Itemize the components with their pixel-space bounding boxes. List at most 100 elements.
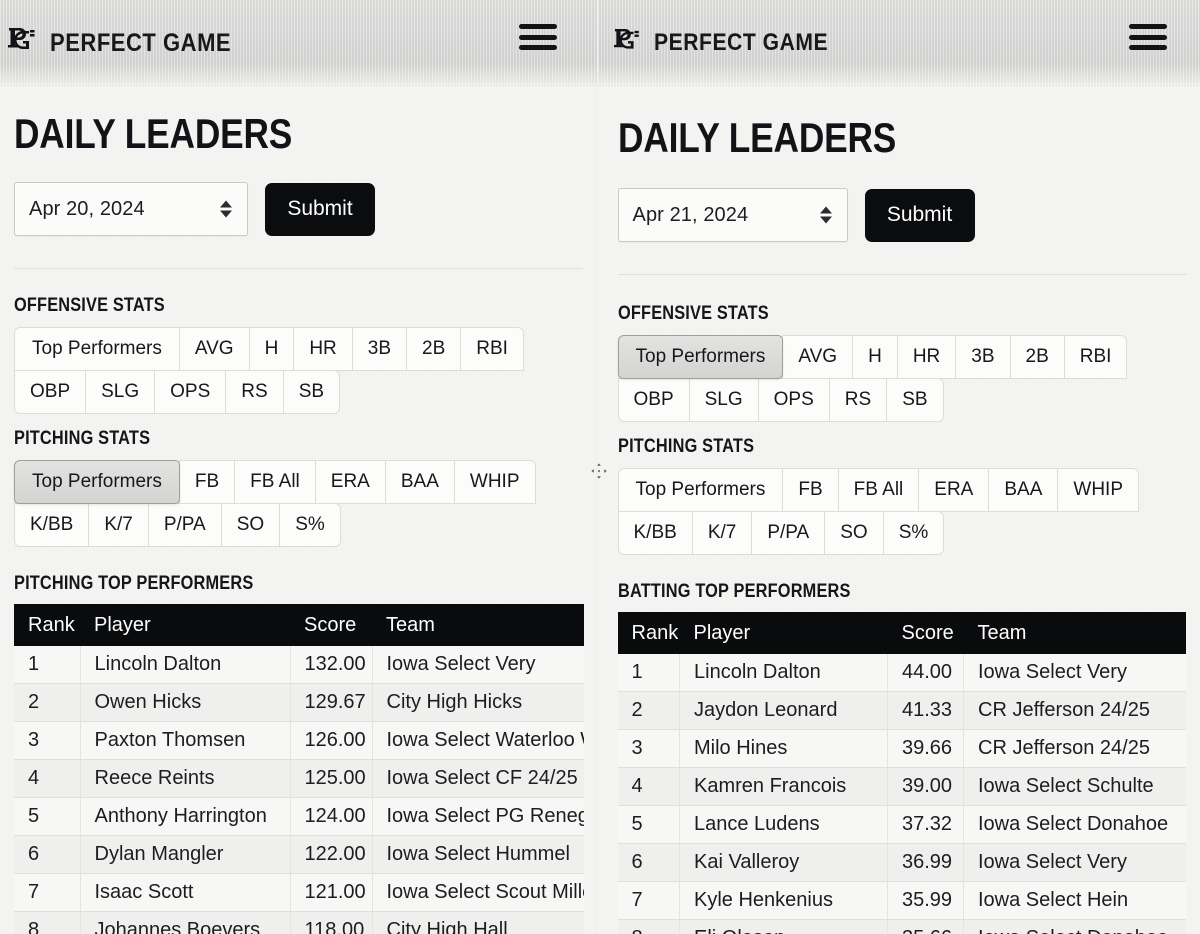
- table-row[interactable]: 1 Lincoln Dalton 132.00 Iowa Select Very: [14, 646, 584, 684]
- cell-player: Jaydon Leonard: [679, 691, 888, 730]
- hamburger-bar: [519, 34, 557, 40]
- table-row[interactable]: 3 Paxton Thomsen 126.00 Iowa Select Wate…: [14, 721, 584, 760]
- table-row[interactable]: 2 Owen Hicks 129.67 City High Hicks: [14, 683, 584, 722]
- tab-pitching-baa[interactable]: BAA: [384, 460, 455, 504]
- tab-pitching-s-pct[interactable]: S%: [279, 503, 341, 547]
- brand-left[interactable]: PERFECT GAME: [8, 26, 256, 60]
- col-score: Score: [887, 612, 964, 654]
- tab-offensive-h[interactable]: H: [852, 335, 898, 379]
- tab-offensive-obp[interactable]: OBP: [617, 378, 690, 422]
- table-row[interactable]: 4 Kamren Francois 39.00 Iowa Select Schu…: [617, 767, 1186, 806]
- tab-pitching-era[interactable]: ERA: [918, 468, 990, 512]
- tab-offensive-slg[interactable]: SLG: [688, 378, 759, 422]
- tab-offensive-top-performers[interactable]: Top Performers: [617, 335, 784, 379]
- date-filter-row-left: Apr 20, 2024 Submit: [14, 182, 583, 236]
- cell-team: Iowa Select Donahoe: [963, 919, 1186, 934]
- tab-pitching-s-pct[interactable]: S%: [882, 511, 945, 555]
- table-row[interactable]: 7 Kyle Henkenius 35.99 Iowa Select Hein: [617, 881, 1186, 920]
- tab-pitching-p-pa[interactable]: P/PA: [147, 503, 222, 547]
- tab-offensive-3b[interactable]: 3B: [955, 335, 1011, 379]
- col-rank: Rank: [617, 612, 680, 654]
- select-stepper-icon: [220, 200, 232, 218]
- cell-team: Iowa Select CF 24/25 C: [372, 759, 584, 798]
- date-select-left[interactable]: Apr 20, 2024: [14, 182, 248, 236]
- tab-pitching-k-7[interactable]: K/7: [691, 511, 753, 555]
- col-player: Player: [80, 604, 290, 646]
- section-divider-right: [617, 274, 1187, 275]
- table-row[interactable]: 6 Dylan Mangler 122.00 Iowa Select Humme…: [14, 835, 584, 874]
- tab-offensive-hr[interactable]: HR: [293, 327, 353, 371]
- leaders-table-title-right: BATTING TOP PERFORMERS: [617, 581, 851, 602]
- table-row[interactable]: 6 Kai Valleroy 36.99 Iowa Select Very: [617, 843, 1186, 882]
- tab-pitching-era[interactable]: ERA: [314, 460, 386, 504]
- hamburger-menu-icon[interactable]: [519, 24, 557, 50]
- tab-pitching-fb-all[interactable]: FB All: [837, 468, 920, 512]
- tab-offensive-avg[interactable]: AVG: [782, 335, 854, 379]
- hamburger-bar: [1128, 24, 1167, 29]
- tab-offensive-sb[interactable]: SB: [282, 370, 341, 414]
- tab-offensive-2b[interactable]: 2B: [1009, 335, 1065, 379]
- tab-offensive-sb[interactable]: SB: [886, 378, 944, 422]
- submit-button-left[interactable]: Submit: [265, 182, 375, 236]
- table-row[interactable]: 8 Johannes Boevers 118.00 City High Hall: [14, 911, 584, 934]
- tab-offensive-obp[interactable]: OBP: [14, 370, 87, 414]
- cell-team: Iowa Select Scout Miller: [372, 873, 584, 912]
- cell-score: 132.00: [290, 646, 373, 684]
- table-row[interactable]: 2 Jaydon Leonard 41.33 CR Jefferson 24/2…: [617, 691, 1186, 730]
- cell-rank: 1: [617, 654, 680, 692]
- hamburger-menu-icon[interactable]: [1128, 24, 1167, 50]
- tab-offensive-rs[interactable]: RS: [828, 378, 888, 422]
- cell-player: Kamren Francois: [679, 767, 888, 806]
- tab-offensive-h[interactable]: H: [248, 327, 295, 371]
- cell-player: Isaac Scott: [80, 873, 291, 912]
- table-row[interactable]: 5 Lance Ludens 37.32 Iowa Select Donahoe: [617, 805, 1186, 844]
- tab-pitching-p-pa[interactable]: P/PA: [751, 511, 826, 555]
- tab-offensive-slg[interactable]: SLG: [85, 370, 156, 414]
- tab-offensive-hr[interactable]: HR: [896, 335, 957, 379]
- tab-pitching-fb[interactable]: FB: [178, 460, 236, 504]
- cell-rank: 5: [14, 797, 81, 836]
- table-row[interactable]: 3 Milo Hines 39.66 CR Jefferson 24/25: [617, 729, 1186, 768]
- tab-offensive-2b[interactable]: 2B: [406, 327, 462, 371]
- cell-player: Lincoln Dalton: [80, 646, 291, 684]
- date-select-right[interactable]: Apr 21, 2024: [617, 188, 848, 242]
- tab-pitching-whip[interactable]: WHIP: [453, 460, 536, 504]
- tab-offensive-rbi[interactable]: RBI: [460, 327, 524, 371]
- table-row[interactable]: 1 Lincoln Dalton 44.00 Iowa Select Very: [617, 654, 1186, 692]
- tab-offensive-top-performers[interactable]: Top Performers: [14, 327, 180, 371]
- table-row[interactable]: 8 Eli Oleson 35.66 Iowa Select Donahoe: [617, 919, 1186, 934]
- tab-offensive-rs[interactable]: RS: [225, 370, 284, 414]
- tab-pitching-so[interactable]: SO: [220, 503, 281, 547]
- cell-player: Kyle Henkenius: [679, 881, 888, 920]
- tab-pitching-fb-all[interactable]: FB All: [234, 460, 316, 504]
- cell-team: Iowa Select Waterloo W: [372, 721, 584, 760]
- table-row[interactable]: 7 Isaac Scott 121.00 Iowa Select Scout M…: [14, 873, 584, 912]
- tab-pitching-top-performers[interactable]: Top Performers: [617, 468, 784, 512]
- tab-pitching-so[interactable]: SO: [824, 511, 884, 555]
- table-row[interactable]: 5 Anthony Harrington 124.00 Iowa Select …: [14, 797, 584, 836]
- tab-pitching-fb[interactable]: FB: [782, 468, 839, 512]
- submit-button-right[interactable]: Submit: [864, 188, 975, 242]
- tab-offensive-rbi[interactable]: RBI: [1063, 335, 1128, 379]
- tab-offensive-avg[interactable]: AVG: [178, 327, 250, 371]
- cell-player: Kai Valleroy: [679, 843, 888, 882]
- cell-score: 126.00: [290, 721, 373, 760]
- tab-offensive-3b[interactable]: 3B: [351, 327, 408, 371]
- tab-pitching-k-bb[interactable]: K/BB: [14, 503, 90, 547]
- cell-team: City High Hall: [372, 911, 584, 934]
- tab-pitching-k-7[interactable]: K/7: [88, 503, 149, 547]
- cell-rank: 7: [617, 881, 680, 920]
- tab-pitching-k-bb[interactable]: K/BB: [617, 511, 693, 555]
- tab-pitching-baa[interactable]: BAA: [988, 468, 1059, 512]
- tab-offensive-ops[interactable]: OPS: [154, 370, 227, 414]
- cell-rank: 4: [617, 767, 680, 806]
- brand-right[interactable]: PERFECT GAME: [613, 27, 852, 59]
- tab-offensive-ops[interactable]: OPS: [757, 378, 830, 422]
- brand-name-left: PERFECT GAME: [50, 28, 232, 57]
- cell-rank: 1: [14, 646, 81, 684]
- tab-pitching-whip[interactable]: WHIP: [1057, 468, 1139, 512]
- table-row[interactable]: 4 Reece Reints 125.00 Iowa Select CF 24/…: [14, 759, 584, 798]
- tab-pitching-top-performers[interactable]: Top Performers: [14, 460, 180, 504]
- pitching-tab-row-2-right: K/BB K/7 P/PA SO S%: [617, 511, 1187, 555]
- hamburger-bar: [519, 24, 557, 29]
